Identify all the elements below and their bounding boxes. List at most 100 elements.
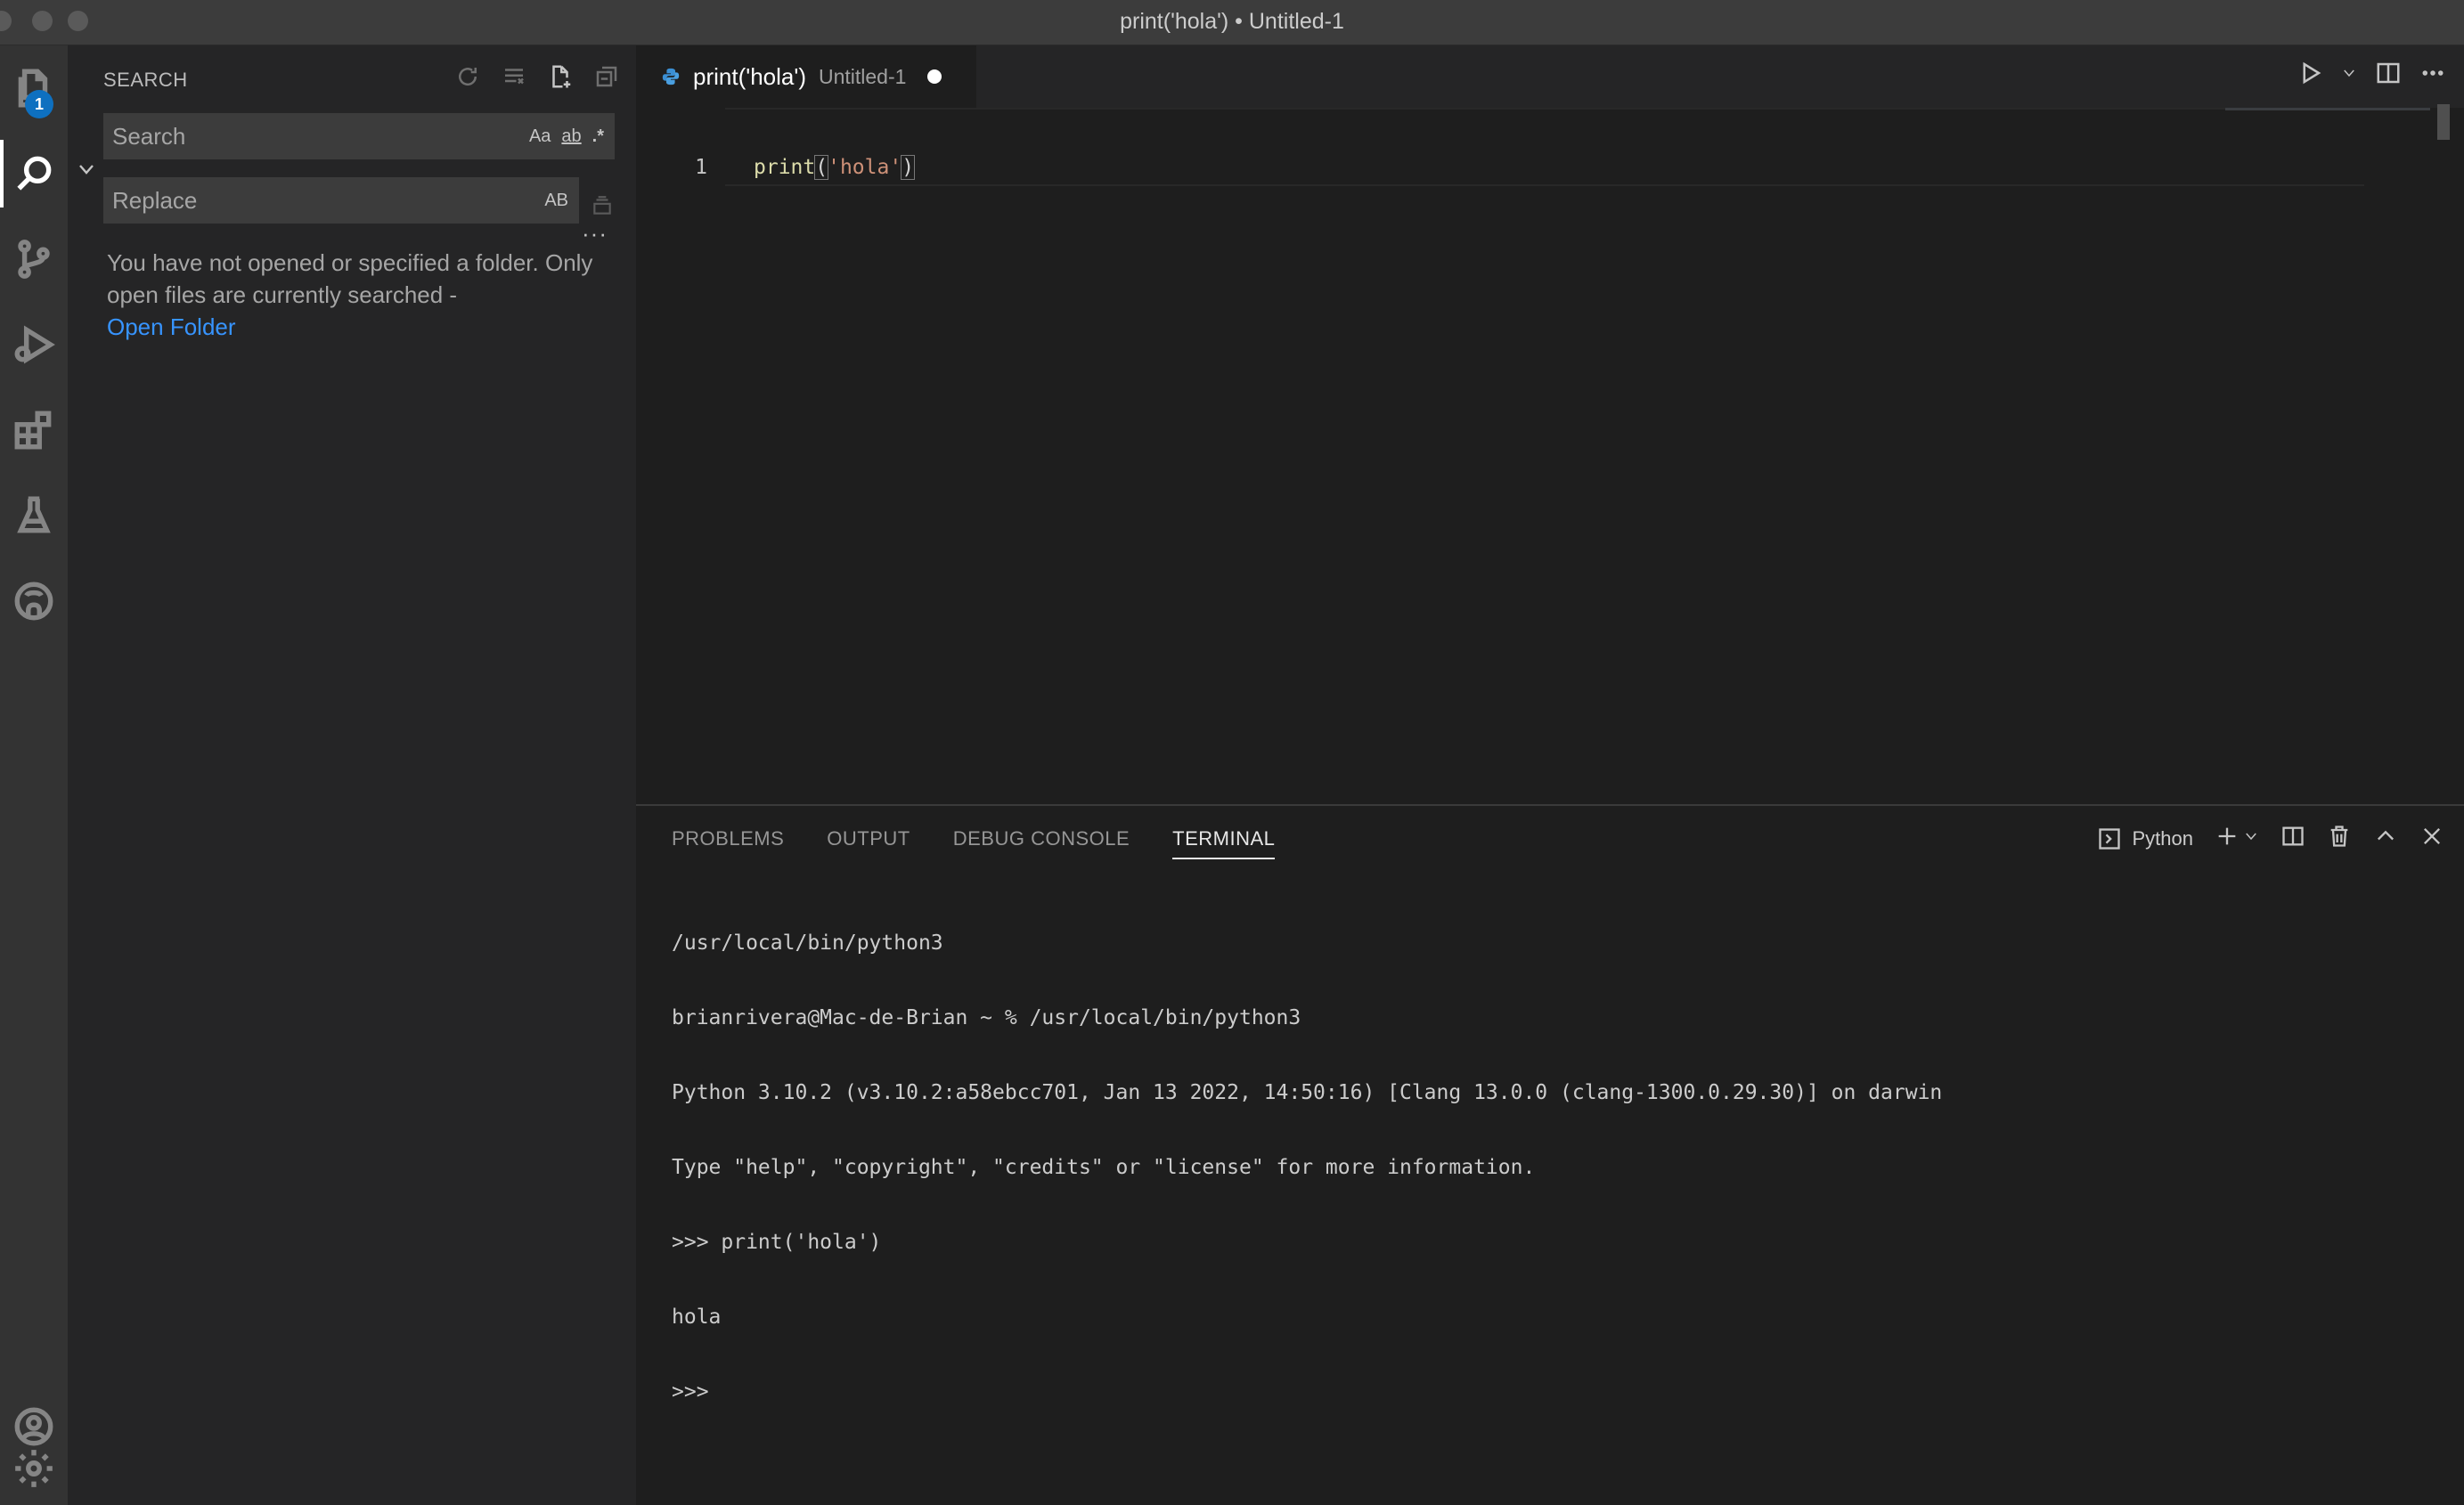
github-icon [14,582,53,621]
tab-terminal[interactable]: TERMINAL [1172,827,1276,859]
preserve-case-toggle[interactable]: AB [544,191,568,211]
replace-all-icon [593,196,611,215]
run-options-dropdown[interactable] [2341,65,2357,85]
activity-run-debug[interactable] [0,302,68,387]
more-actions-button[interactable] [2419,60,2446,91]
use-regex-toggle[interactable]: .* [592,126,604,147]
activity-source-control[interactable] [0,216,68,302]
chevron-down-icon [2344,69,2354,77]
close-icon [2424,828,2440,844]
activity-manage[interactable] [0,1426,68,1505]
activity-extensions[interactable] [0,387,68,473]
split-terminal-button[interactable] [2280,824,2305,853]
tab-debug-console[interactable]: DEBUG CONSOLE [953,827,1130,859]
terminal-line: >>> print('hola') [672,1231,882,1254]
extensions-icon [14,411,52,450]
match-case-toggle[interactable]: Aa [529,126,551,147]
terminal-line: Type "help", "copyright", "credits" or "… [672,1156,1536,1179]
code-close-paren: ) [901,155,916,180]
replace-all-button[interactable] [586,190,618,222]
python-file-icon [662,68,680,85]
terminal-line: brianrivera@Mac-de-Brian ~ % /usr/local/… [672,1006,1301,1029]
gear-icon [15,1450,53,1487]
split-terminal-icon [2282,826,2304,846]
sidebar-title: SEARCH [103,69,188,91]
refresh-button[interactable] [451,60,485,94]
unsaved-dot-icon[interactable] [927,69,942,84]
toggle-replace-button[interactable] [73,156,100,183]
close-panel-button[interactable] [2419,824,2444,853]
ellipsis-icon [2422,70,2444,76]
open-folder-link[interactable]: Open Folder [107,313,236,340]
activity-testing[interactable] [0,473,68,558]
panel-tabs: PROBLEMS OUTPUT DEBUG CONSOLE TERMINAL [672,827,1276,859]
chevron-down-icon [79,165,94,175]
trash-icon [2330,826,2348,847]
window-title: print('hola') • Untitled-1 [1120,9,1344,34]
vertical-scrollbar[interactable] [2437,104,2450,140]
terminal-line: >>> [672,1380,722,1403]
beaker-icon [17,496,51,533]
search-icon [17,156,52,191]
run-python-button[interactable] [2297,60,2323,91]
activity-github[interactable] [0,558,68,644]
no-folder-text: You have not opened or specified a folde… [107,249,593,308]
explorer-badge: 1 [25,90,53,118]
split-editor-icon [2377,62,2400,84]
refresh-icon [459,68,477,86]
search-input[interactable] [103,122,529,150]
no-folder-message: You have not opened or specified a folde… [107,247,606,343]
sidebar-actions [451,60,624,94]
editor-actions [2297,60,2446,91]
line-number: 1 [695,156,707,179]
minimap-slider[interactable] [2225,108,2430,110]
clear-results-button[interactable] [497,60,531,94]
title-bar: print('hola') • Untitled-1 [0,0,2464,45]
code-line[interactable]: print('hola') [754,155,916,180]
terminal-dropdown[interactable] [2243,828,2259,849]
terminal-selector[interactable]: Python [2097,826,2194,851]
replace-field: AB [103,177,579,224]
run-debug-icon [14,325,55,364]
terminal-icon [2098,827,2120,850]
tab-title: print('hola') [693,62,806,90]
terminal-line: /usr/local/bin/python3 [672,931,943,955]
maximize-panel-button[interactable] [2373,824,2398,853]
activity-search[interactable] [0,131,68,216]
terminal-line: Python 3.10.2 (v3.10.2:a58ebcc701, Jan 1… [672,1081,1943,1104]
editor-tab[interactable]: print('hola') Untitled-1 [636,45,976,108]
code-open-paren: ( [814,155,829,180]
collapse-all-button[interactable] [590,60,624,94]
terminal-line: hola [672,1306,722,1329]
editor-group: print('hola') Untitled-1 1 print('hola') [636,45,2464,804]
code-string: 'hola' [828,156,902,179]
play-icon [2303,61,2321,85]
match-whole-word-toggle[interactable]: ab [561,126,581,147]
search-details-toggle[interactable]: ··· [582,220,608,248]
bottom-panel: PROBLEMS OUTPUT DEBUG CONSOLE TERMINAL P… [636,804,2464,1505]
new-terminal-button[interactable] [2215,824,2240,853]
activity-explorer[interactable]: 1 [0,45,68,131]
collapse-all-icon [596,66,617,87]
search-field: Aa ab .* [103,113,615,159]
new-file-icon [552,65,571,88]
source-control-icon [18,240,50,279]
split-editor-button[interactable] [2375,60,2402,91]
terminal-output[interactable]: /usr/local/bin/python3 brianrivera@Mac-d… [672,881,1942,1454]
editor-tab-bar: print('hola') Untitled-1 [636,45,2464,108]
terminal-name: Python [2132,826,2194,850]
replace-input[interactable] [103,186,545,215]
kill-terminal-button[interactable] [2327,824,2352,853]
search-sidebar: SEARCH Aa ab .* AB ··· You have not open… [68,45,636,1505]
tab-problems[interactable]: PROBLEMS [672,827,784,859]
tab-output[interactable]: OUTPUT [827,827,910,859]
code-function: print [754,156,816,179]
activity-bar: 1 [0,45,68,1505]
chevron-up-icon [2378,830,2394,841]
current-line-highlight [725,108,2364,186]
panel-actions: Python [2097,824,2445,853]
new-search-editor-button[interactable] [543,60,577,94]
chevron-down-icon [2246,833,2256,841]
plus-icon [2218,827,2236,845]
tab-description: Untitled-1 [818,64,907,88]
